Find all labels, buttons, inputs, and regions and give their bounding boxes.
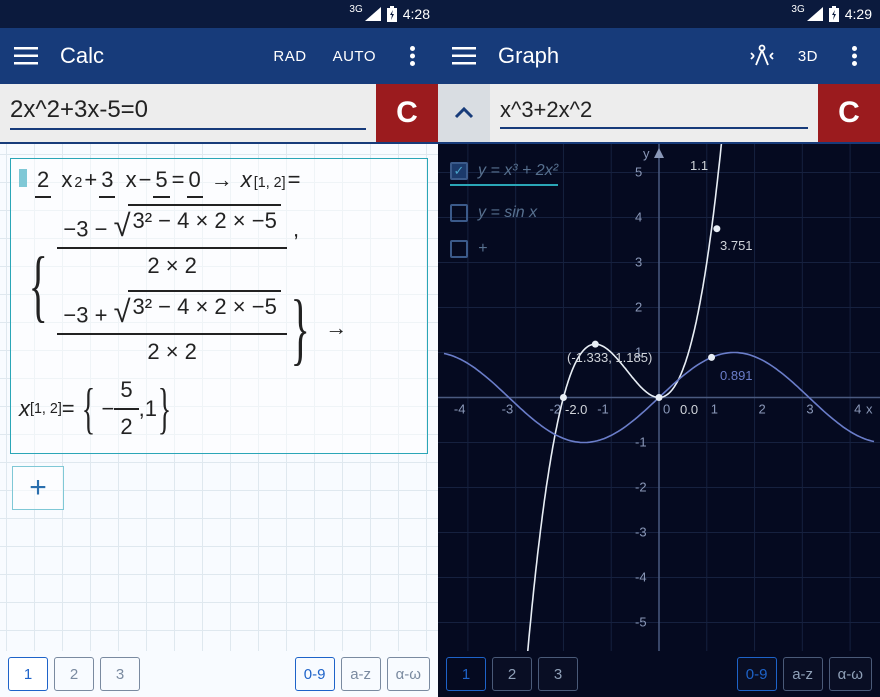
quadratic-formula: { −3 − √3² − 4 × 2 × −5 2 × 2 , [19,204,419,368]
y-tick: -1 [635,435,647,450]
graph-pane: 3G 4:29 Graph 3D [438,0,880,697]
signal-icon [807,7,823,21]
battery-charging-icon [829,6,839,22]
annotation: 0.891 [720,368,753,383]
mode-numeric[interactable]: 0-9 [737,657,777,691]
legend-item-sin[interactable]: y = sin x [450,204,558,222]
tab-3[interactable]: 3 [538,657,578,691]
x-tick: 4 [854,402,861,417]
x-axis-label: x [866,402,873,417]
compass-tool-icon[interactable] [744,38,780,74]
x-tick: 2 [759,402,766,417]
battery-charging-icon [387,6,397,22]
tab-2[interactable]: 2 [492,657,532,691]
menu-icon[interactable] [446,38,482,74]
tab-1[interactable]: 1 [8,657,48,691]
app-bar: Calc RAD AUTO [0,28,438,84]
checkbox-icon[interactable] [450,162,468,180]
y-tick: 2 [635,300,642,315]
y-axis-label: y [643,146,650,161]
clock-label: 4:29 [845,6,872,22]
y-tick: -2 [635,480,647,495]
calc-workspace[interactable]: 2 x2 + 3 x − 5 = 0 → x[1, 2] = { [0,144,438,651]
tab-1[interactable]: 1 [446,657,486,691]
y-tick: -4 [635,570,647,585]
expression-input-row: 2x^2+3x-5=0 C [0,84,438,144]
legend-add-button[interactable]: + [450,240,558,258]
x-tick: -4 [454,402,466,417]
checkbox-icon [450,240,468,258]
mode-numeric[interactable]: 0-9 [295,657,335,691]
mode-greek[interactable]: α-ω [829,657,872,691]
expression-value: 2x^2+3x-5=0 [10,96,366,130]
tab-3[interactable]: 3 [100,657,140,691]
expression-input[interactable]: x^3+2x^2 [490,84,818,142]
expression-input-row: x^3+2x^2 C [438,84,880,144]
mode-alpha[interactable]: a-z [783,657,823,691]
mode-alpha[interactable]: a-z [341,657,381,691]
clear-button[interactable]: C [818,84,880,142]
y-tick: -3 [635,525,647,540]
equation-line: 2 x2 + 3 x − 5 = 0 → x[1, 2] = [19,165,419,198]
overflow-icon[interactable] [836,38,872,74]
graph-canvas[interactable]: -4-3-2-101234-5-4-3-2-112345yx y = x³ + … [438,144,880,697]
network-label: 3G [791,4,804,15]
screen-title: Graph [498,43,559,69]
add-expression-button[interactable]: + [12,466,64,510]
annotation: (-1.333, 1.185) [567,350,652,365]
clear-button[interactable]: C [376,84,438,142]
x-tick: -3 [502,402,514,417]
keyboard-tabs: 1 2 3 0-9 a-z α-ω [0,651,438,697]
auto-mode-button[interactable]: AUTO [325,42,384,71]
network-label: 3G [349,4,362,15]
annotation: 1.1 [690,158,708,173]
legend-item-cubic[interactable]: y = x³ + 2x² [450,162,558,186]
expression-input[interactable]: 2x^2+3x-5=0 [0,84,376,142]
drag-handle-icon[interactable] [19,169,27,187]
collapse-button[interactable] [438,84,490,142]
solution-result: x[1, 2] = { − 52 , 1 } [19,375,419,443]
y-tick: -5 [635,615,647,630]
mode-greek[interactable]: α-ω [387,657,430,691]
angle-mode-button[interactable]: RAD [265,42,314,71]
x-tick: -1 [597,402,609,417]
function-legend: y = x³ + 2x² y = sin x + [450,162,558,258]
tab-2[interactable]: 2 [54,657,94,691]
app-bar: Graph 3D [438,28,880,84]
x-tick: 0 [663,402,670,417]
status-bar: 3G 4:29 [438,0,880,28]
x-tick: 3 [806,402,813,417]
checkbox-icon[interactable] [450,204,468,222]
y-tick: 4 [635,210,642,225]
y-tick: 5 [635,165,642,180]
clock-label: 4:28 [403,6,430,22]
solution-box[interactable]: 2 x2 + 3 x − 5 = 0 → x[1, 2] = { [10,158,428,454]
annotation: 3.751 [720,238,753,253]
expression-value: x^3+2x^2 [500,97,808,129]
x-tick: 1 [711,402,718,417]
overflow-icon[interactable] [394,38,430,74]
y-tick: 3 [635,255,642,270]
3d-mode-button[interactable]: 3D [790,42,826,71]
screen-title: Calc [60,43,104,69]
annotation: -2.0 [565,402,587,417]
keyboard-tabs: 1 2 3 0-9 a-z α-ω [438,651,880,697]
annotation: 0.0 [680,402,698,417]
status-bar: 3G 4:28 [0,0,438,28]
signal-icon [365,7,381,21]
menu-icon[interactable] [8,38,44,74]
calc-pane: 3G 4:28 Calc RAD AUTO 2x^2+3x-5=0 C [0,0,438,697]
